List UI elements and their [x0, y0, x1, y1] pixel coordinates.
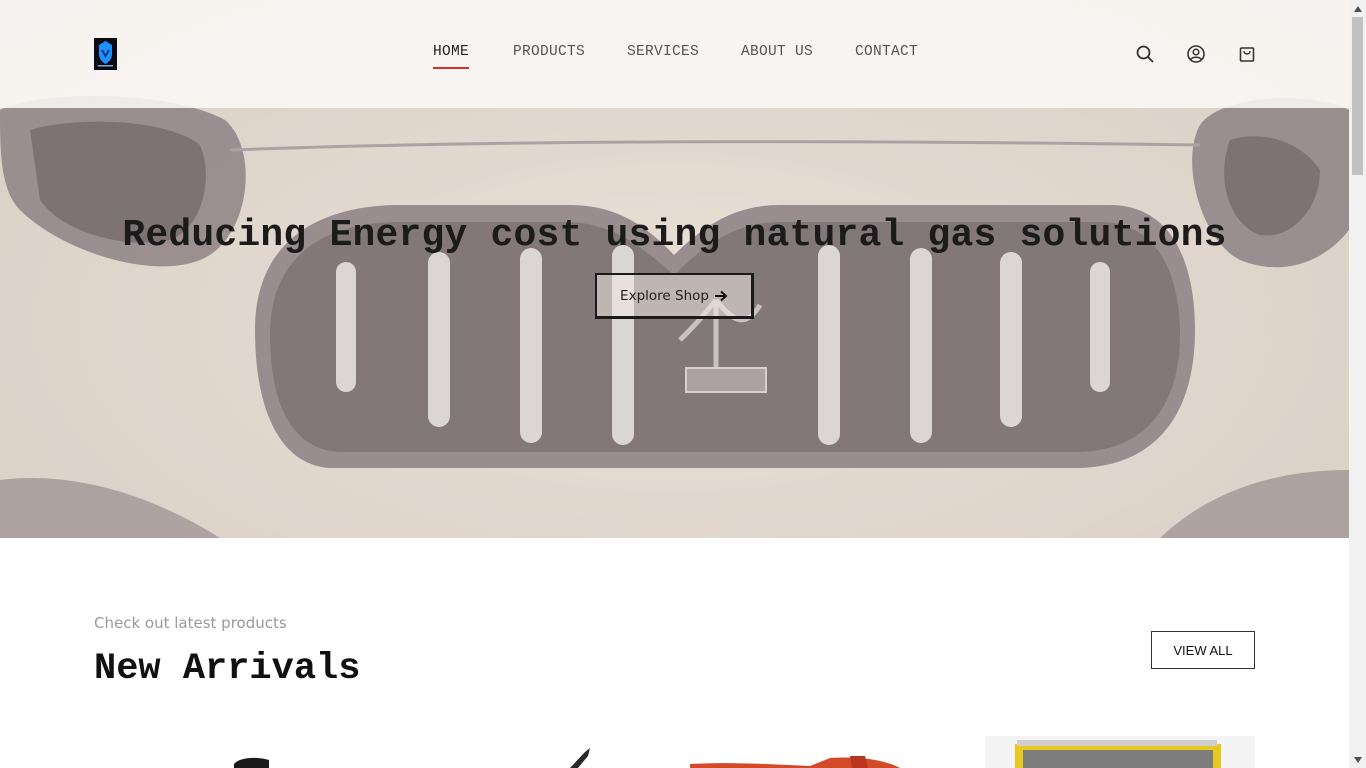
nav-contact[interactable]: CONTACT	[855, 44, 918, 60]
product-card-image[interactable]	[985, 736, 1255, 768]
section-title: New Arrivals	[94, 648, 361, 690]
product-card-image[interactable]	[94, 736, 362, 768]
nav-products[interactable]: PRODUCTS	[513, 44, 585, 60]
nav-about-us[interactable]: ABOUT US	[741, 44, 813, 60]
explore-shop-button[interactable]: Explore Shop	[595, 273, 754, 319]
view-all-button[interactable]: VIEW ALL	[1151, 631, 1255, 669]
user-icon[interactable]	[1186, 44, 1206, 64]
scroll-down-icon[interactable]	[1349, 751, 1366, 768]
site-logo[interactable]	[94, 38, 117, 70]
search-icon[interactable]	[1135, 44, 1155, 64]
nav-home[interactable]: HOME	[433, 44, 470, 69]
nav-services[interactable]: SERVICES	[627, 44, 699, 60]
arrow-right-icon	[714, 290, 728, 301]
page-scrollbar[interactable]	[1349, 0, 1366, 768]
product-card-image[interactable]	[390, 736, 658, 768]
scrollbar-thumb[interactable]	[1352, 17, 1363, 175]
scroll-up-icon[interactable]	[1349, 0, 1366, 17]
explore-shop-label: Explore Shop	[620, 287, 709, 304]
shield-logo-icon	[94, 38, 117, 70]
cart-icon[interactable]	[1237, 44, 1257, 64]
hero-title: Reducing Energy cost using natural gas s…	[122, 214, 1227, 257]
site-header: HOME PRODUCTS SERVICES ABOUT US CONTACT	[0, 0, 1349, 108]
section-subtitle: Check out latest products	[94, 614, 287, 632]
product-card-image[interactable]	[690, 736, 958, 768]
